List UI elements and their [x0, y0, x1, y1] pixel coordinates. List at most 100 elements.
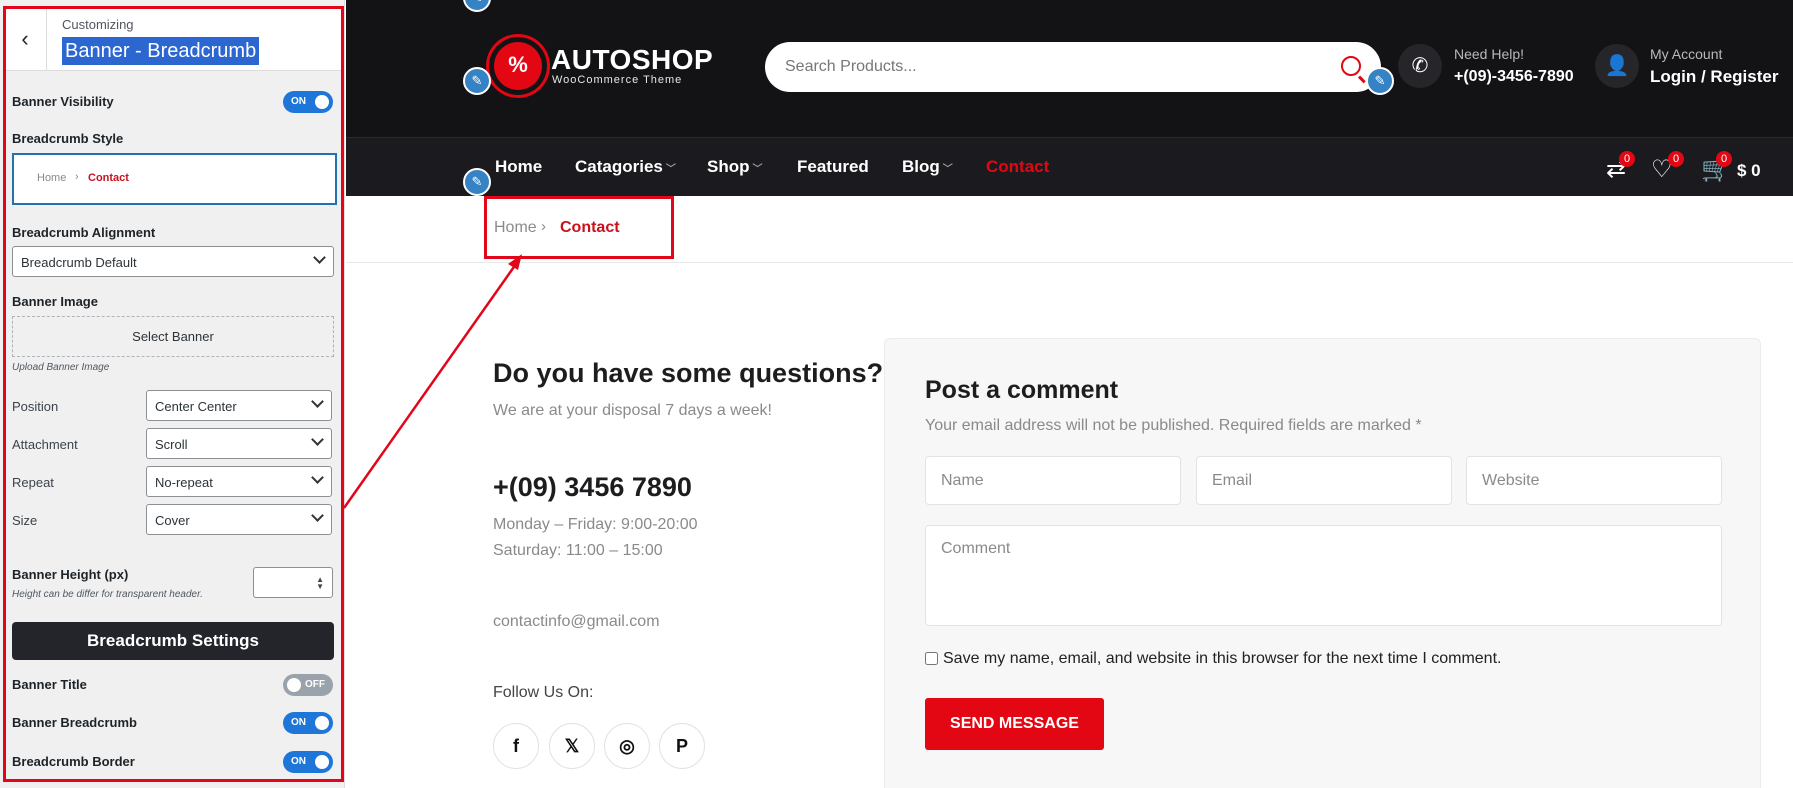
- nav-shop[interactable]: Shop ﹀: [707, 157, 763, 177]
- nav-blog[interactable]: Blog ﹀: [902, 157, 953, 177]
- hours-weekdays: Monday – Friday: 9:00-20:00: [493, 516, 698, 533]
- contact-phone[interactable]: +(09) 3456 7890: [493, 472, 692, 503]
- breadcrumb-border-toggle[interactable]: ON: [283, 751, 333, 773]
- logo-title[interactable]: AUTOSHOP: [551, 44, 713, 76]
- search-input[interactable]: [785, 54, 1305, 80]
- select-banner-button[interactable]: Select Banner: [12, 316, 334, 357]
- breadcrumb-style-label: Breadcrumb Style: [12, 131, 124, 146]
- logo-mark: %: [508, 52, 528, 77]
- attachment-select[interactable]: Scroll: [146, 428, 332, 459]
- hours-saturday: Saturday: 11:00 – 15:00: [493, 542, 663, 559]
- instagram-icon[interactable]: ◎: [604, 723, 650, 769]
- search-bar: [765, 42, 1381, 92]
- back-button[interactable]: ‹: [4, 7, 47, 71]
- breadcrumb-alignment-select[interactable]: Breadcrumb Default: [12, 246, 334, 277]
- logo-subtitle: WooCommerce Theme: [552, 74, 683, 86]
- save-info-label[interactable]: Save my name, email, and website in this…: [943, 650, 1501, 668]
- comment-title: Post a comment: [925, 376, 1119, 404]
- banner-image-label: Banner Image: [12, 294, 98, 309]
- comment-note: Your email address will not be published…: [925, 417, 1422, 434]
- chevron-down-icon: ﹀: [752, 164, 763, 175]
- help-phone[interactable]: +(09)-3456-7890: [1454, 68, 1574, 86]
- edit-icon[interactable]: ✎: [1366, 67, 1394, 95]
- banner-visibility-label: Banner Visibility: [12, 94, 114, 109]
- repeat-label: Repeat: [12, 475, 54, 490]
- banner-breadcrumb-label: Banner Breadcrumb: [12, 715, 137, 730]
- email-field[interactable]: [1196, 456, 1452, 505]
- select-value: Scroll: [155, 437, 188, 452]
- nav-home[interactable]: Home: [495, 157, 542, 177]
- toggle-state: ON: [291, 96, 306, 107]
- edit-icon[interactable]: ✎: [463, 67, 491, 95]
- spinner-icon[interactable]: ▲ ▼: [316, 576, 324, 591]
- pinterest-icon[interactable]: P: [659, 723, 705, 769]
- chevron-down-icon: ﹀: [665, 164, 676, 175]
- customizer-panel: ‹ Customizing Banner - Breadcrumb Banner…: [0, 0, 345, 788]
- chevron-down-icon: ﹀: [942, 164, 953, 175]
- chevron-down-icon: [311, 395, 324, 408]
- size-label: Size: [12, 513, 38, 528]
- banner-height-hint: Height can be differ for transparent hea…: [12, 589, 203, 600]
- position-select[interactable]: Center Center: [146, 390, 332, 421]
- breadcrumb-style-option[interactable]: Home › Contact: [12, 153, 337, 205]
- banner-title-toggle[interactable]: OFF: [283, 674, 333, 696]
- cart-total[interactable]: $ 0: [1737, 161, 1761, 181]
- help-label: Need Help!: [1454, 46, 1525, 62]
- facebook-icon[interactable]: f: [493, 723, 539, 769]
- customizer-title: Banner - Breadcrumb: [62, 37, 260, 65]
- search-icon[interactable]: [1341, 56, 1361, 76]
- nav-contact[interactable]: Contact: [986, 157, 1049, 177]
- contact-email[interactable]: contactinfo@gmail.com: [493, 613, 660, 631]
- attachment-label: Attachment: [12, 437, 78, 452]
- nav-categories[interactable]: Catagories ﹀: [575, 157, 676, 177]
- banner-height-label: Banner Height (px): [12, 567, 129, 582]
- repeat-select[interactable]: No-repeat: [146, 466, 332, 497]
- website-field[interactable]: [1466, 456, 1722, 505]
- follow-label: Follow Us On:: [493, 684, 594, 701]
- breadcrumb-alignment-label: Breadcrumb Alignment: [12, 225, 156, 240]
- name-field[interactable]: [925, 456, 1181, 505]
- nav-label: Catagories: [575, 157, 663, 176]
- breadcrumb-border-label: Breadcrumb Border: [12, 754, 135, 769]
- nav-featured[interactable]: Featured: [797, 157, 869, 177]
- login-register-link[interactable]: Login / Register: [1650, 67, 1778, 87]
- toggle-state: ON: [291, 756, 306, 767]
- select-value: No-repeat: [155, 475, 213, 490]
- toggle-state: ON: [291, 717, 306, 728]
- contact-heading: Do you have some questions?: [493, 358, 884, 388]
- banner-title-label: Banner Title: [12, 677, 87, 692]
- position-label: Position: [12, 399, 59, 414]
- chevron-down-icon: [313, 251, 326, 264]
- cart-count-badge: 0: [1716, 151, 1732, 167]
- twitter-icon[interactable]: 𝕏: [549, 723, 595, 769]
- toggle-state: OFF: [305, 679, 325, 690]
- breadcrumb-current: Contact: [560, 219, 620, 236]
- nav-label: Blog: [902, 157, 940, 176]
- save-info-checkbox[interactable]: [925, 652, 938, 665]
- user-icon[interactable]: 👤: [1595, 44, 1639, 88]
- size-select[interactable]: Cover: [146, 504, 332, 535]
- toggle-knob: [287, 678, 301, 692]
- breadcrumb-separator: ›: [75, 171, 79, 183]
- edit-icon[interactable]: ✎: [463, 168, 491, 196]
- toggle-knob: [315, 716, 329, 730]
- banner-breadcrumb-toggle[interactable]: ON: [283, 712, 333, 734]
- breadcrumb-settings-button[interactable]: Breadcrumb Settings: [12, 622, 334, 660]
- toggle-knob: [315, 755, 329, 769]
- account-label: My Account: [1650, 46, 1723, 62]
- send-message-button[interactable]: SEND MESSAGE: [925, 698, 1104, 750]
- banner-visibility-toggle[interactable]: ON: [283, 91, 333, 113]
- chevron-down-icon: [311, 471, 324, 484]
- logo-icon[interactable]: %: [494, 42, 542, 90]
- comment-field[interactable]: [925, 525, 1722, 626]
- phone-icon: ✆: [1398, 44, 1442, 88]
- back-icon: ‹: [21, 26, 29, 51]
- select-value: Breadcrumb Default: [21, 255, 137, 270]
- compare-count-badge: 0: [1619, 151, 1635, 167]
- breadcrumb-home: Home: [37, 172, 67, 184]
- breadcrumb-home-link[interactable]: Home: [494, 219, 537, 237]
- customizer-subtitle: Customizing: [62, 17, 134, 32]
- site-preview: ✎ % AUTOSHOP WooCommerce Theme ✎ ✎ ✆ Nee…: [346, 0, 1793, 788]
- banner-image-hint: Upload Banner Image: [12, 362, 110, 373]
- banner-height-input[interactable]: ▲ ▼: [253, 567, 333, 598]
